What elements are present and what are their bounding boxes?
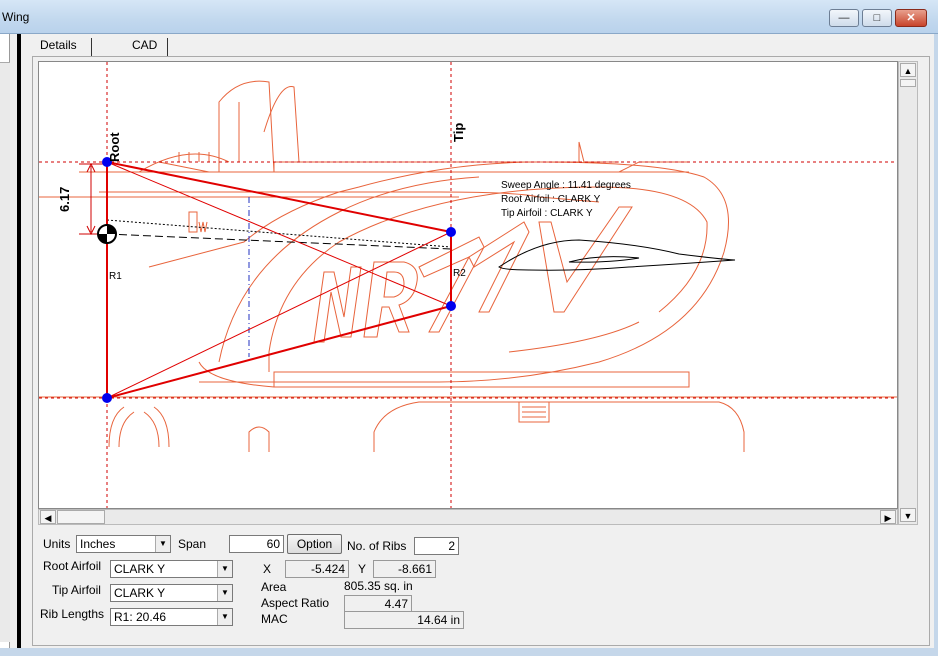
scroll-left-button[interactable]: ◀	[40, 510, 56, 524]
tip-leading-point	[446, 227, 456, 237]
area-value: 805.35 sq. in	[344, 579, 413, 593]
rib-label-r2: R2	[453, 268, 466, 279]
tip-label: Tip	[451, 123, 466, 142]
scroll-left-icon: ◀	[44, 513, 52, 523]
cg-marker[interactable]	[97, 224, 117, 244]
chevron-down-icon: ▼	[217, 561, 232, 577]
root-label: Root	[107, 132, 122, 162]
rib-lengths-label: Rib Lengths	[40, 607, 105, 621]
scroll-down-icon: ▼	[903, 511, 913, 521]
ribs-input[interactable]: 2	[414, 537, 459, 555]
tip-trailing-point	[446, 301, 456, 311]
units-label: Units	[43, 537, 71, 551]
wing-drawing: 6.17 Root Tip R1 R2 Sweep Angle: 11.41 …	[39, 62, 897, 508]
scroll-right-icon: ▶	[884, 513, 892, 523]
sweep-angle-text: Sweep Angle : 11.41 degrees	[501, 180, 631, 191]
tab-details-label: Details	[40, 38, 77, 52]
minimize-button[interactable]: —	[829, 9, 859, 27]
horizontal-scrollbar[interactable]: ◀ ▶	[38, 509, 898, 525]
aspect-ratio-label: Aspect Ratio	[261, 596, 330, 610]
maximize-button[interactable]: □	[862, 9, 892, 27]
mac-label: MAC	[261, 612, 288, 626]
dimension-label: 6.17	[57, 187, 72, 212]
y-label: Y	[358, 562, 367, 576]
root-airfoil-text: Root Airfoil : CLARK Y	[501, 194, 601, 205]
mac-value: 14.64 in	[344, 611, 464, 629]
maximize-icon: □	[873, 12, 881, 24]
close-button[interactable]: ✕	[895, 9, 927, 27]
span-input[interactable]: 60	[229, 535, 284, 553]
option-button[interactable]: Option	[287, 534, 342, 554]
airfoil-profile-inner	[568, 256, 640, 263]
root-airfoil-value: CLARK Y	[114, 562, 166, 576]
chevron-down-icon: ▼	[217, 609, 232, 625]
x-value: -5.424	[285, 560, 349, 578]
span-label: Span	[178, 537, 207, 551]
units-value: Inches	[80, 537, 116, 551]
scroll-down-button[interactable]: ▼	[900, 508, 916, 522]
y-value: -8.661	[373, 560, 436, 578]
tip-airfoil-value: CLARK Y	[114, 586, 166, 600]
airfoil-profile	[498, 239, 736, 271]
rib-label-r1: R1	[109, 271, 122, 282]
left-panel-scrollbar[interactable]	[0, 62, 10, 642]
chevron-down-icon: ▼	[155, 536, 170, 552]
tab-cad-label: CAD	[132, 38, 158, 52]
minimize-icon: —	[838, 12, 850, 24]
wing-drawing-canvas[interactable]: 6.17 Root Tip R1 R2 Sweep Angle: 11.41 …	[38, 61, 898, 509]
window-title: Wing	[2, 10, 30, 24]
root-airfoil-label: Root Airfoil	[43, 559, 102, 573]
vertical-scrollbar[interactable]: ▲ ▼	[898, 61, 918, 525]
tip-airfoil-select[interactable]: CLARK Y ▼	[110, 584, 233, 602]
root-trailing-point	[102, 393, 112, 403]
ribs-label: No. of Ribs	[347, 539, 407, 553]
dimension-marker	[79, 162, 107, 236]
background-plan	[39, 80, 897, 452]
tip-airfoil-label: Tip Airfoil	[52, 583, 101, 597]
tip-airfoil-text: Tip Airfoil : CLARK Y	[501, 208, 593, 219]
rib-lengths-value: R1: 20.46	[114, 610, 167, 624]
horizontal-scroll-thumb[interactable]	[57, 510, 105, 524]
cg-line-lower	[106, 233, 452, 250]
rib-lengths-select[interactable]: R1: 20.46 ▼	[110, 608, 233, 626]
units-select[interactable]: Inches ▼	[76, 535, 171, 553]
guide-lines	[39, 62, 897, 508]
tab-cad[interactable]: CAD	[132, 38, 168, 56]
scroll-up-icon: ▲	[903, 66, 913, 76]
chevron-down-icon: ▼	[217, 585, 232, 601]
control-points[interactable]	[102, 157, 456, 403]
scroll-right-button[interactable]: ▶	[880, 510, 896, 524]
tab-details[interactable]: Details	[40, 38, 92, 56]
scroll-up-button[interactable]: ▲	[900, 63, 916, 77]
area-label: Area	[261, 580, 287, 594]
window-border-bottom	[0, 648, 938, 656]
splitter[interactable]	[17, 34, 21, 648]
window-border-right	[934, 34, 938, 648]
close-icon: ✕	[906, 12, 916, 24]
root-airfoil-select[interactable]: CLARK Y ▼	[110, 560, 233, 578]
vertical-scroll-thumb[interactable]	[900, 79, 916, 87]
title-bar: Wing — □ ✕	[0, 0, 938, 34]
x-label: X	[263, 562, 272, 576]
left-panel	[0, 34, 10, 648]
